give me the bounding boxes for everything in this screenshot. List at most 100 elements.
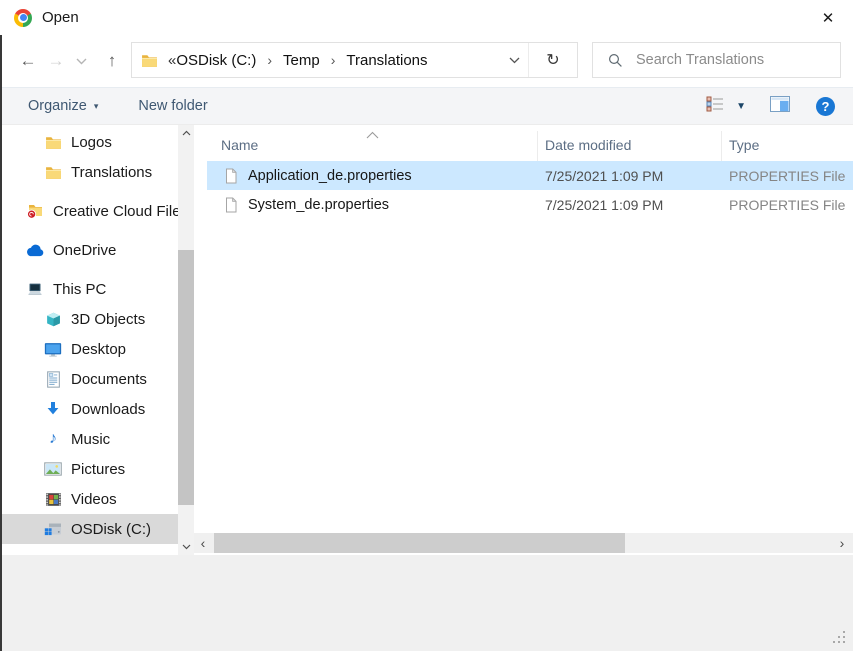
sidebar-item-label: This PC: [53, 281, 106, 298]
sidebar-item-label: Downloads: [71, 401, 145, 418]
back-icon[interactable]: ←: [14, 51, 42, 71]
refresh-icon[interactable]: ↻: [529, 50, 577, 70]
change-view-button[interactable]: ▼: [706, 96, 746, 117]
file-name-cell: Application_de.properties: [207, 168, 538, 184]
breadcrumb-item-osdisk-c[interactable]: OSDisk (C:): [176, 52, 256, 69]
dialog-footer: File name: PROPERTIES-Datei Open Cancel: [0, 555, 853, 651]
file-row-system-de-properties[interactable]: System_de.properties7/25/2021 1:09 PMPRO…: [207, 190, 853, 219]
breadcrumb-overflow-chevron[interactable]: «: [168, 52, 176, 69]
sidebar-item-label: Pictures: [71, 461, 125, 478]
scroll-down-icon[interactable]: [178, 539, 194, 555]
file-date-cell: 7/25/2021 1:09 PM: [538, 197, 722, 213]
address-dropdown-chevron-icon[interactable]: [500, 57, 528, 64]
sidebar-item-videos[interactable]: Videos: [0, 484, 178, 514]
search-icon: [608, 53, 623, 68]
sidebar-item-music[interactable]: ♪ Music: [0, 424, 178, 454]
horizontal-scrollbar-thumb[interactable]: [214, 533, 625, 553]
sidebar-item-label: Music: [71, 431, 110, 448]
file-date-cell: 7/25/2021 1:09 PM: [538, 168, 722, 184]
breadcrumb-item-translations[interactable]: Translations: [346, 52, 427, 69]
file-name-cell: System_de.properties: [207, 197, 538, 213]
downloads-icon: [44, 400, 62, 418]
folder-icon: [44, 163, 62, 181]
sidebar-list: Logos Translations Creative Cloud Files One…: [0, 125, 178, 555]
this-pc-icon: [26, 280, 44, 298]
new-folder-label: New folder: [138, 98, 207, 114]
forward-icon: →: [42, 51, 70, 71]
details-view-icon: [706, 96, 724, 117]
column-header-date-modified[interactable]: Date modified: [538, 131, 722, 161]
sidebar-item-translations[interactable]: Translations: [0, 157, 178, 187]
column-header-type[interactable]: Type: [722, 131, 853, 161]
onedrive-icon: [26, 241, 44, 259]
documents-icon: [44, 370, 62, 388]
creative-cloud-icon: [26, 202, 44, 220]
sidebar-item-label: 3D Objects: [71, 311, 145, 328]
sidebar-item-label: Desktop: [71, 341, 126, 358]
search-box: [592, 42, 841, 78]
scroll-up-icon[interactable]: [178, 125, 194, 141]
preview-pane-button[interactable]: [770, 96, 790, 117]
desktop-icon: [44, 340, 62, 358]
sidebar-item-label: Documents: [71, 371, 147, 388]
new-folder-button[interactable]: New folder: [138, 98, 207, 114]
search-input[interactable]: [636, 52, 840, 68]
sidebar-scrollbar-thumb[interactable]: [178, 250, 194, 505]
sort-ascending-icon: [366, 126, 379, 144]
recent-locations-chevron-icon[interactable]: [70, 58, 92, 65]
preview-pane-icon: [770, 96, 790, 117]
titlebar: Open ✕: [0, 0, 853, 35]
osdisk-icon: [44, 520, 62, 538]
sidebar-item-documents[interactable]: Documents: [0, 364, 178, 394]
organize-button[interactable]: Organize ▾: [28, 98, 98, 114]
file-type-cell: PROPERTIES File: [722, 197, 853, 213]
file-type-cell: PROPERTIES File: [722, 168, 853, 184]
command-toolbar: Organize ▾ New folder ▼ ?: [0, 87, 853, 125]
breadcrumb-item-temp[interactable]: Temp: [283, 52, 320, 69]
pictures-icon: [44, 460, 62, 478]
sidebar-item-label: Translations: [71, 164, 152, 181]
folder-icon: [141, 52, 158, 69]
file-row-application-de-properties[interactable]: Application_de.properties 7/25/2021 1:09 …: [207, 161, 853, 190]
sidebar-item-desktop[interactable]: Desktop: [0, 334, 178, 364]
sidebar-item-pictures[interactable]: Pictures: [0, 454, 178, 484]
scroll-left-icon[interactable]: ‹: [194, 533, 212, 553]
sidebar-item-osdisk-c[interactable]: OSDisk (C:): [0, 514, 178, 544]
file-icon: [223, 197, 239, 213]
address-bar[interactable]: « OSDisk (C:) › Temp › Translations ↻: [131, 42, 578, 78]
breadcrumb: OSDisk (C:) › Temp › Translations: [176, 52, 427, 69]
file-name-text: Application_de.properties: [248, 168, 412, 184]
close-icon[interactable]: ✕: [811, 4, 845, 31]
breadcrumb-separator-icon[interactable]: ›: [331, 52, 336, 68]
nav-arrows: ← → ↑: [14, 35, 126, 87]
window-title: Open: [42, 9, 79, 26]
scroll-right-icon[interactable]: ›: [833, 533, 851, 553]
sidebar-item-label: OneDrive: [53, 242, 116, 259]
up-icon[interactable]: ↑: [98, 51, 126, 71]
sidebar-item-this-pc[interactable]: This PC: [0, 274, 178, 304]
breadcrumb-separator-icon[interactable]: ›: [267, 52, 272, 68]
navigation-bar: ← → ↑ « OSDisk (C:) › Temp › Translations ↻: [0, 35, 853, 87]
resize-grip[interactable]: [843, 641, 845, 643]
videos-icon: [44, 490, 62, 508]
sidebar-item-creative-cloud-files[interactable]: Creative Cloud Files: [0, 196, 178, 226]
sidebar-item-downloads[interactable]: Downloads: [0, 394, 178, 424]
folder-icon: [44, 133, 62, 151]
sidebar-item-label: Creative Cloud Files: [53, 203, 178, 220]
chevron-down-icon: ▾: [94, 101, 99, 112]
music-icon: ♪: [44, 430, 62, 448]
organize-label: Organize: [28, 98, 87, 114]
cube-icon: [44, 310, 62, 328]
sidebar-item-onedrive[interactable]: OneDrive: [0, 235, 178, 265]
chevron-down-icon: ▼: [736, 101, 746, 112]
sidebar-item-label: Videos: [71, 491, 117, 508]
file-list: Name Date modified Type Application_de.p…: [194, 125, 853, 555]
sidebar-item-3d-objects[interactable]: 3D Objects: [0, 304, 178, 334]
sidebar-scrollbar[interactable]: [178, 125, 194, 555]
horizontal-scrollbar[interactable]: ‹ ›: [194, 533, 853, 553]
help-button[interactable]: ?: [816, 97, 835, 116]
sidebar-item-label: OSDisk (C:): [71, 521, 151, 538]
file-rows: Application_de.properties 7/25/2021 1:09 …: [207, 161, 853, 219]
sidebar-item-logos[interactable]: Logos: [0, 127, 178, 157]
toolbar-right-group: ▼ ?: [706, 96, 835, 117]
